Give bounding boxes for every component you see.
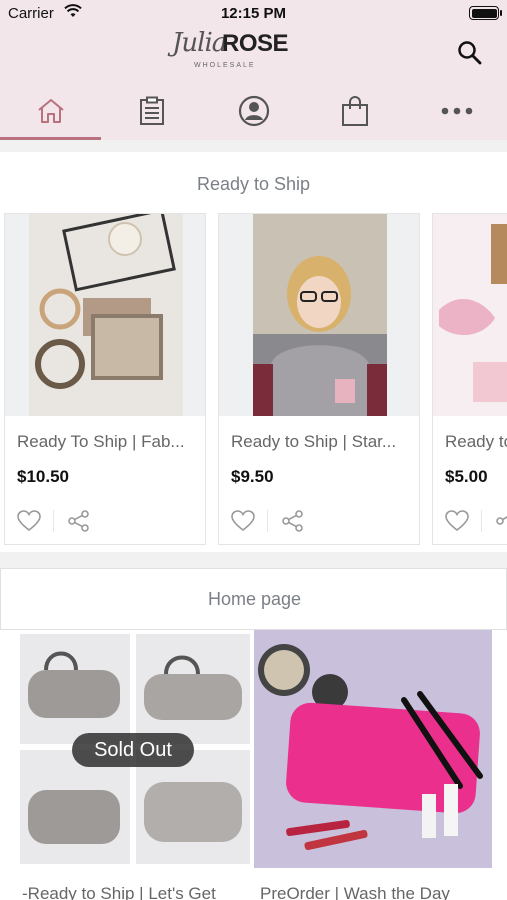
product-tile[interactable]: PreOrder | Wash the Day bbox=[254, 630, 492, 900]
battery-icon bbox=[469, 6, 502, 20]
tab-orders[interactable] bbox=[101, 82, 202, 140]
product-image bbox=[5, 214, 205, 416]
product-card[interactable]: Ready to Ship | Star... $9.50 bbox=[218, 213, 420, 545]
product-price: $10.50 bbox=[17, 467, 69, 486]
search-icon bbox=[458, 41, 482, 65]
shopping-bag-icon bbox=[341, 96, 368, 126]
home-page-section-header: Home page bbox=[0, 568, 507, 630]
product-name: Ready to bbox=[445, 432, 507, 451]
action-divider bbox=[267, 510, 268, 532]
app-header: Julia ROSE WHOLESALE bbox=[0, 28, 507, 140]
product-name: -Ready to Ship | Let's Get bbox=[22, 884, 216, 900]
product-price: $9.50 bbox=[231, 467, 274, 486]
tab-cart[interactable] bbox=[304, 82, 405, 140]
logo-script-text: Julia bbox=[172, 28, 227, 58]
tab-more[interactable] bbox=[406, 82, 507, 140]
favorite-button[interactable] bbox=[445, 510, 469, 532]
product-name: PreOrder | Wash the Day bbox=[260, 884, 450, 900]
tab-bar bbox=[0, 82, 507, 140]
more-icon bbox=[441, 107, 472, 115]
logo-brand-text: ROSE bbox=[222, 30, 289, 57]
share-button[interactable] bbox=[495, 510, 507, 532]
product-name: Ready to Ship | Star... bbox=[231, 432, 397, 451]
clock: 12:15 PM bbox=[220, 5, 287, 22]
product-price: $5.00 bbox=[445, 467, 488, 486]
heart-icon bbox=[17, 510, 41, 532]
home-page-grid: -Ready to Ship | Let's Get PreOrder | Wa… bbox=[0, 630, 507, 900]
section-title: Ready to Ship bbox=[196, 174, 311, 194]
sold-out-badge: Sold Out bbox=[72, 733, 194, 767]
tab-home[interactable] bbox=[0, 82, 101, 140]
product-image bbox=[254, 630, 492, 868]
logo-subtitle: WHOLESALE bbox=[194, 62, 256, 69]
share-icon bbox=[496, 516, 507, 525]
section-title: Home page bbox=[207, 589, 302, 609]
status-bar: Carrier 12:15 PM bbox=[0, 0, 507, 28]
search-button[interactable] bbox=[456, 39, 484, 67]
favorite-button[interactable] bbox=[231, 510, 255, 532]
action-divider bbox=[481, 510, 482, 532]
account-icon bbox=[238, 95, 269, 127]
home-icon bbox=[37, 99, 64, 123]
share-button[interactable] bbox=[67, 510, 91, 532]
heart-icon bbox=[231, 510, 255, 532]
favorite-button[interactable] bbox=[17, 510, 41, 532]
product-name: Ready To Ship | Fab... bbox=[17, 432, 185, 451]
brand-logo: Julia ROSE WHOLESALE bbox=[172, 28, 289, 72]
share-button[interactable] bbox=[281, 510, 305, 532]
product-card[interactable]: Ready to $5.00 bbox=[432, 213, 507, 545]
tab-account[interactable] bbox=[203, 82, 304, 140]
action-divider bbox=[53, 510, 54, 532]
share-icon bbox=[68, 510, 89, 532]
share-icon bbox=[282, 510, 303, 532]
clipboard-icon bbox=[139, 96, 164, 125]
product-image bbox=[219, 214, 419, 416]
heart-icon bbox=[445, 510, 469, 532]
product-card[interactable]: Ready To Ship | Fab... $10.50 bbox=[4, 213, 206, 545]
product-image bbox=[433, 214, 507, 416]
ready-to-ship-section: Ready to Ship Ready To Ship | Fab... $10… bbox=[0, 152, 507, 552]
